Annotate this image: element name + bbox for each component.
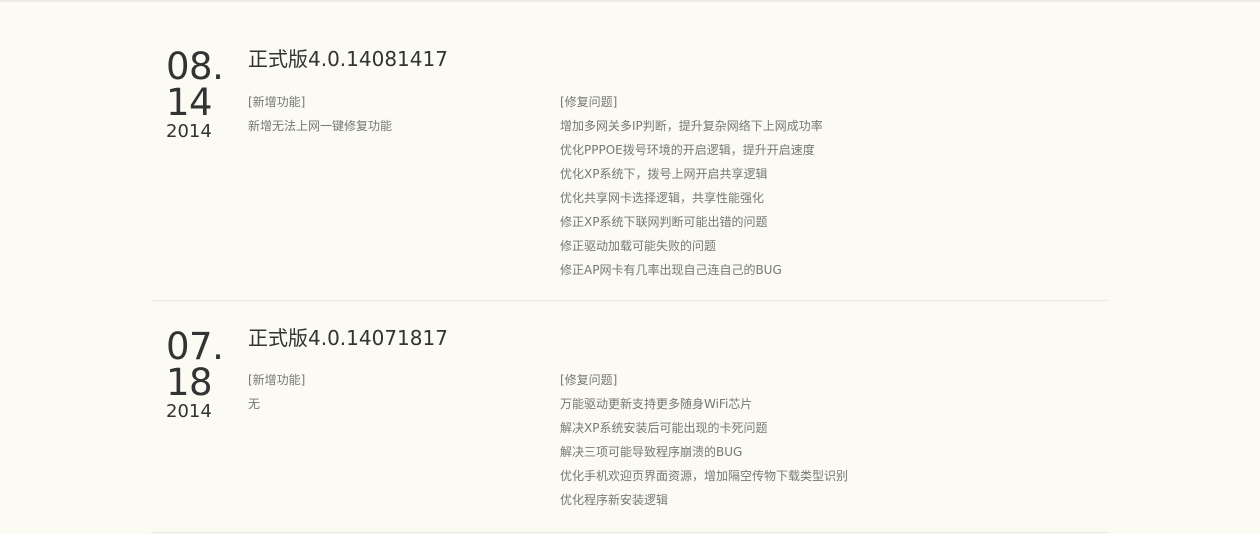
release-date: 07. 18 2014 (166, 325, 236, 422)
date-month: 08. (166, 45, 224, 88)
list-item: 无 (248, 397, 261, 411)
new-features-section: [新增功能] 无 (248, 368, 305, 416)
fixes-section: [修复问题] 增加多网关多IP判断，提升复杂网络下上网成功率 优化PPPOE拨号… (560, 90, 823, 282)
release-title: 正式版4.0.14071817 (248, 326, 448, 350)
list-item: 优化程序新安装逻辑 (560, 493, 669, 507)
list-item: 修正XP系统下联网判断可能出错的问题 (560, 215, 768, 229)
list-item: 新增无法上网一键修复功能 (248, 119, 393, 133)
date-day: 18 (166, 361, 213, 404)
list-item: 优化PPPOE拨号环境的开启逻辑，提升开启速度 (560, 143, 815, 157)
date-day: 14 (166, 81, 213, 124)
release-entry: 08. 14 2014 正式版4.0.14081417 [新增功能] 新增无法上… (151, 2, 1107, 301)
date-month: 07. (166, 325, 224, 368)
release-date: 08. 14 2014 (166, 45, 236, 142)
release-entry: 07. 18 2014 正式版4.0.14071817 [新增功能] 无 [修复… (151, 301, 1107, 533)
list-item: 增加多网关多IP判断，提升复杂网络下上网成功率 (560, 119, 823, 133)
fixes-heading: [修复问题] (560, 95, 618, 109)
list-item: 修正驱动加载可能失败的问题 (560, 239, 717, 253)
list-item: 修正AP网卡有几率出现自己连自己的BUG (560, 263, 782, 277)
list-item: 解决三项可能导致程序崩溃的BUG (560, 445, 743, 459)
new-features-heading: [新增功能] (248, 95, 306, 109)
date-year: 2014 (166, 401, 212, 422)
new-features-heading: [新增功能] (248, 373, 306, 387)
new-features-section: [新增功能] 新增无法上网一键修复功能 (248, 90, 392, 138)
new-features-list: 新增无法上网一键修复功能 (248, 114, 392, 138)
fixes-list: 万能驱动更新支持更多随身WiFi芯片 解决XP系统安装后可能出现的卡死问题 解决… (560, 392, 848, 512)
date-year: 2014 (166, 121, 212, 142)
fixes-heading: [修复问题] (560, 373, 618, 387)
list-item: 优化共享网卡选择逻辑，共享性能强化 (560, 191, 765, 205)
changelog-page: 08. 14 2014 正式版4.0.14081417 [新增功能] 新增无法上… (0, 0, 1260, 534)
fixes-list: 增加多网关多IP判断，提升复杂网络下上网成功率 优化PPPOE拨号环境的开启逻辑… (560, 114, 823, 282)
list-item: 优化XP系统下，拨号上网开启共享逻辑 (560, 167, 768, 181)
list-item: 万能驱动更新支持更多随身WiFi芯片 (560, 397, 753, 411)
new-features-list: 无 (248, 392, 305, 416)
fixes-section: [修复问题] 万能驱动更新支持更多随身WiFi芯片 解决XP系统安装后可能出现的… (560, 368, 848, 512)
list-item: 优化手机欢迎页界面资源，增加隔空传物下载类型识别 (560, 469, 849, 483)
release-title: 正式版4.0.14081417 (248, 47, 448, 71)
list-item: 解决XP系统安装后可能出现的卡死问题 (560, 421, 768, 435)
